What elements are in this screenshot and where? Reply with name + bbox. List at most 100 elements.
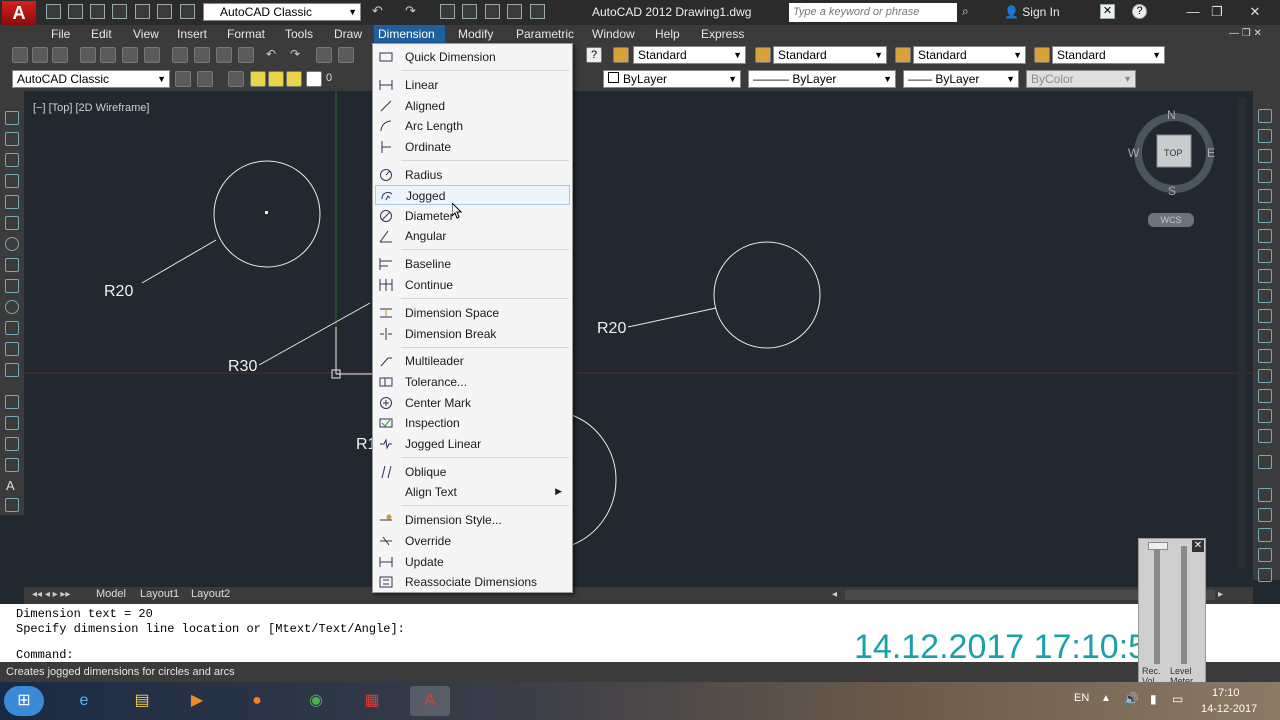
hscroll-right-icon[interactable]: ▸	[1218, 589, 1223, 600]
circle-icon[interactable]	[5, 237, 19, 251]
table-style-select[interactable]: Standard ▼	[913, 46, 1026, 64]
plotstyle-select[interactable]: ByColor ▼	[1026, 70, 1136, 88]
copy-object-icon[interactable]	[1258, 129, 1272, 143]
menu-item-baseline[interactable]: Baseline	[375, 254, 570, 274]
save-icon[interactable]	[90, 4, 105, 19]
layer-freeze-icon[interactable]	[268, 71, 284, 87]
workspace-save-icon[interactable]	[197, 71, 213, 87]
trim-icon[interactable]	[1258, 289, 1272, 303]
arc-icon[interactable]	[5, 216, 19, 230]
blend-icon[interactable]	[1258, 409, 1272, 423]
menu-item-dimension-style[interactable]: Dimension Style...	[375, 510, 570, 530]
undo-toolbar-icon[interactable]: ↶	[266, 47, 282, 63]
layer-side-icon-2[interactable]	[1258, 508, 1272, 522]
circle-top-left[interactable]	[213, 160, 321, 268]
extend-icon[interactable]	[1258, 309, 1272, 323]
dim-style-select[interactable]: Standard ▼	[773, 46, 887, 64]
menu-file[interactable]: File	[47, 25, 74, 43]
wcs-menu[interactable]: WCS	[1148, 213, 1194, 227]
menu-window[interactable]: Window	[588, 25, 639, 43]
menu-help[interactable]: Help	[651, 25, 684, 43]
mleader-style-select[interactable]: Standard ▼	[1052, 46, 1165, 64]
help-icon[interactable]: ?	[1132, 4, 1147, 19]
new-icon[interactable]	[46, 4, 61, 19]
menu-edit[interactable]: Edit	[87, 25, 116, 43]
doc-window-controls[interactable]: — ❐ ✕	[1229, 28, 1262, 39]
menu-item-quick-dimension[interactable]: Quick Dimension	[375, 47, 570, 67]
menu-item-inspection[interactable]: Inspection	[375, 413, 570, 433]
zoom-icon[interactable]	[338, 47, 354, 63]
menu-tools[interactable]: Tools	[281, 25, 317, 43]
menu-modify[interactable]: Modify	[454, 25, 497, 43]
add-selected-icon[interactable]	[5, 498, 19, 512]
qnew-icon[interactable]	[12, 47, 28, 63]
maximize-button[interactable]: ❐	[1207, 2, 1227, 22]
tab-nav-arrows[interactable]: ◂◂ ◂ ▸ ▸▸	[32, 589, 70, 600]
menu-item-aligned[interactable]: Aligned	[375, 96, 570, 116]
circle-right[interactable]	[713, 241, 821, 349]
toolbar-icon-c[interactable]	[485, 4, 500, 19]
search-input[interactable]: Type a keyword or phrase	[789, 3, 957, 22]
dim-style-icon[interactable]	[755, 47, 771, 63]
exchange-icon[interactable]: ✕	[1100, 4, 1115, 19]
mtext-icon[interactable]: A	[6, 478, 15, 493]
menu-item-update[interactable]: Update	[375, 552, 570, 572]
menu-item-reassociate[interactable]: Reassociate Dimensions	[375, 572, 570, 592]
menu-item-center-mark[interactable]: Center Mark	[375, 393, 570, 413]
rotate-icon[interactable]	[1258, 229, 1272, 243]
tab-layout1[interactable]: Layout1	[140, 588, 179, 600]
layer-color-icon[interactable]	[306, 71, 322, 87]
join-icon[interactable]	[1258, 349, 1272, 363]
dimension-label[interactable]: R30	[228, 358, 257, 376]
menu-format[interactable]: Format	[223, 25, 269, 43]
hatch-icon[interactable]	[5, 416, 19, 430]
polyline-icon[interactable]	[5, 153, 19, 167]
line-icon[interactable]	[5, 111, 19, 125]
menu-item-jogged-linear[interactable]: Jogged Linear	[375, 434, 570, 454]
menu-draw[interactable]: Draw	[330, 25, 366, 43]
scale-icon[interactable]	[1258, 249, 1272, 263]
rec-vol-slider[interactable]	[1154, 546, 1160, 664]
tray-arrow-icon[interactable]: ▲	[1101, 693, 1111, 704]
text-style-select[interactable]: Standard ▼	[633, 46, 746, 64]
dimension-label[interactable]: R20	[104, 283, 133, 301]
menu-item-multileader[interactable]: Multileader	[375, 351, 570, 371]
preview-icon[interactable]	[100, 47, 116, 63]
toolbar-icon-e[interactable]	[530, 4, 545, 19]
linetype-select[interactable]: ——— ByLayer ▼	[748, 70, 896, 88]
tab-model[interactable]: Model	[96, 588, 126, 600]
pan-icon[interactable]	[316, 47, 332, 63]
workspace-select[interactable]: AutoCAD Classic ▼	[203, 3, 361, 21]
menu-dimension[interactable]: Dimension	[374, 25, 445, 43]
copy-icon[interactable]	[172, 47, 188, 63]
language-indicator[interactable]: EN	[1074, 692, 1089, 704]
mleader-style-icon[interactable]	[1034, 47, 1050, 63]
publish-3d-icon[interactable]	[122, 47, 138, 63]
workspace-toolbar-select[interactable]: AutoCAD Classic ▼	[12, 70, 170, 88]
hscroll-left-icon[interactable]: ◂	[832, 589, 837, 600]
menu-item-oblique[interactable]: Oblique	[375, 462, 570, 482]
menu-item-ordinate[interactable]: Ordinate	[375, 137, 570, 157]
save-file-icon[interactable]	[52, 47, 68, 63]
menu-item-arc-length[interactable]: Arc Length	[375, 116, 570, 136]
chamfer-icon[interactable]	[1258, 369, 1272, 383]
office-icon[interactable]: ▦	[352, 686, 392, 716]
menu-view[interactable]: View	[129, 25, 163, 43]
menu-item-continue[interactable]: Continue	[375, 275, 570, 295]
vertical-scrollbar[interactable]	[1238, 98, 1246, 568]
close-button[interactable]: ✕	[1232, 2, 1278, 22]
menu-item-radius[interactable]: Radius	[375, 165, 570, 185]
clock-time[interactable]: 17:10	[1212, 687, 1240, 699]
viewport-controls[interactable]: [−] [Top] [2D Wireframe]	[33, 102, 149, 114]
chrome-icon[interactable]: ◉	[296, 686, 336, 716]
fillet-icon[interactable]	[1258, 389, 1272, 403]
array-icon[interactable]	[1258, 189, 1272, 203]
command-prompt[interactable]: Command:	[16, 648, 74, 662]
text-style-icon[interactable]	[613, 47, 629, 63]
menu-item-linear[interactable]: Linear	[375, 75, 570, 95]
clock-date[interactable]: 14-12-2017	[1201, 703, 1257, 715]
layer-side-icon-4[interactable]	[1258, 548, 1272, 562]
rectangle-icon[interactable]	[5, 195, 19, 209]
start-button[interactable]: ⊞	[4, 686, 44, 716]
table-style-icon[interactable]	[895, 47, 911, 63]
